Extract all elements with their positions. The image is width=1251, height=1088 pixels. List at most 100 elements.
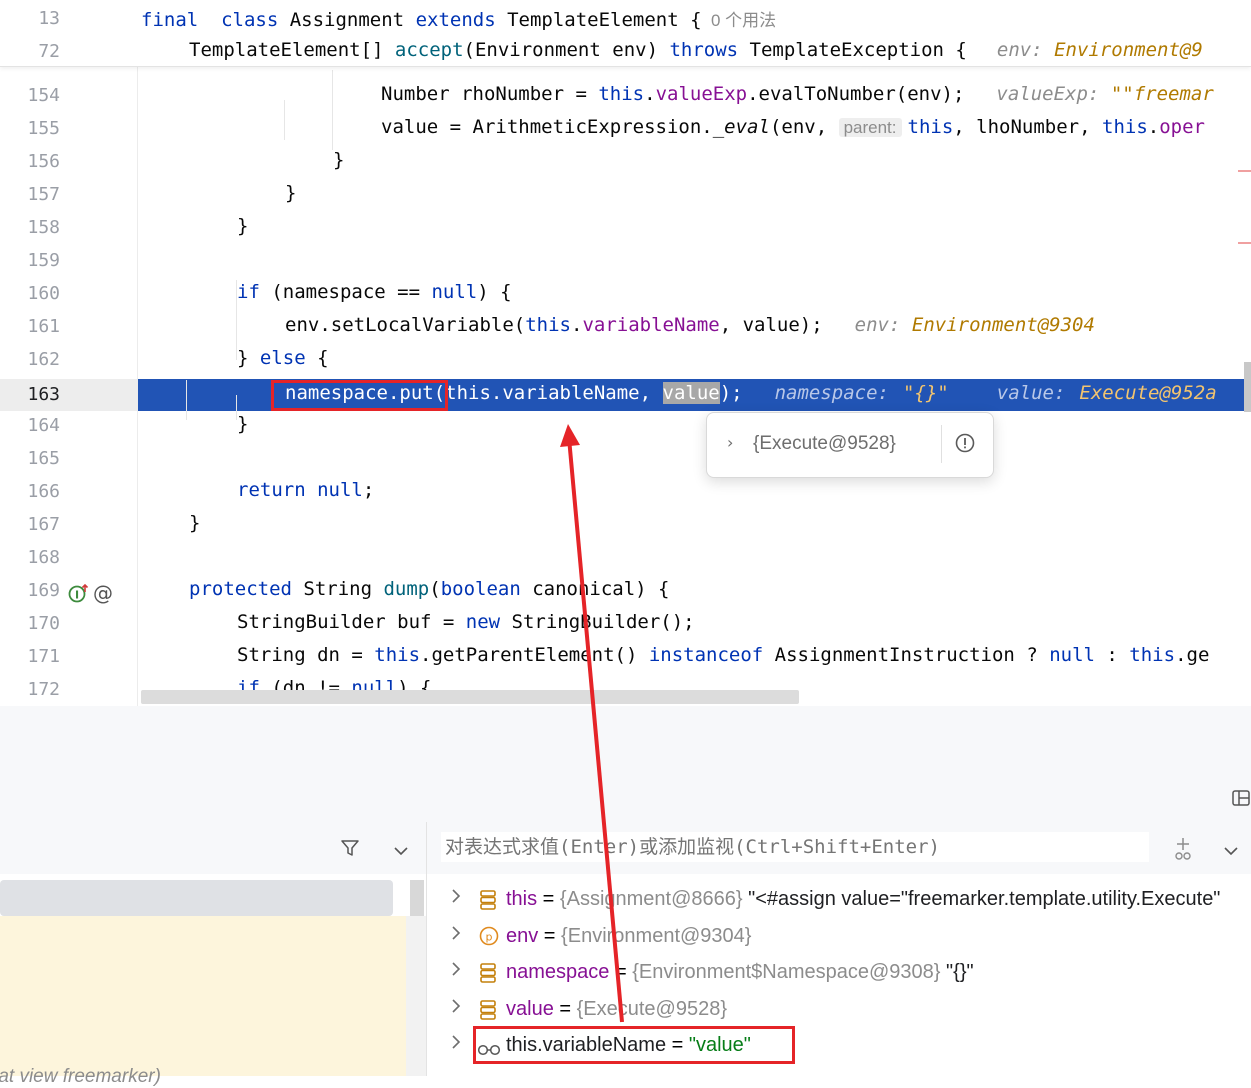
- code-token: }: [237, 347, 260, 369]
- vertical-scrollbar[interactable]: [1244, 362, 1251, 412]
- code-token: this: [1129, 644, 1176, 666]
- implements-override-icon[interactable]: I: [68, 583, 90, 605]
- code-token: , lhoNumber,: [953, 116, 1102, 138]
- variable-equals: =: [609, 961, 633, 983]
- code-token: }: [237, 413, 249, 435]
- code-line[interactable]: value = ArithmeticExpression._eval(env, …: [381, 116, 1205, 138]
- annotation-at-icon[interactable]: @: [93, 581, 113, 605]
- chevron-right-icon[interactable]: [451, 998, 461, 1019]
- variable-row[interactable]: p env = {Environment@9304}: [427, 921, 1251, 955]
- code-token: oper: [1159, 116, 1205, 138]
- frames-toolbar: [0, 822, 426, 874]
- filter-icon[interactable]: [340, 838, 360, 862]
- layout-icon[interactable]: [1231, 788, 1251, 808]
- code-token: StringBuilder buf =: [237, 611, 466, 633]
- variable-equals: =: [553, 997, 577, 1020]
- chevron-down-icon[interactable]: [393, 842, 409, 861]
- chevron-down-icon[interactable]: [1223, 842, 1239, 861]
- code-line[interactable]: StringBuilder buf = new StringBuilder();: [237, 611, 695, 633]
- frames-scrollbar[interactable]: [410, 880, 424, 918]
- value-popup[interactable]: › {Execute@9528}: [706, 412, 994, 478]
- inline-hint-value: Environment@9304: [911, 314, 1095, 336]
- chevron-right-icon[interactable]: ›: [727, 433, 733, 452]
- line-number: 167: [27, 514, 60, 535]
- variable-text: namespace = {Environment$Namespace@9308}…: [506, 961, 974, 984]
- code-token: throws: [669, 39, 739, 61]
- variable-equals: =: [538, 924, 562, 947]
- code-token: valueExp: [655, 83, 748, 105]
- sticky-line-number: 13: [38, 8, 60, 29]
- code-token: ;: [362, 479, 375, 501]
- exclamation-icon[interactable]: [955, 433, 975, 453]
- code-token: env.setLocalVariable(: [285, 314, 526, 336]
- variable-name: env: [506, 924, 539, 947]
- code-token: this: [1102, 116, 1148, 138]
- code-token: dump: [383, 578, 430, 600]
- code-token: AssignmentInstruction ?: [763, 644, 1050, 666]
- variable-row[interactable]: namespace = {Environment$Namespace@9308}…: [427, 957, 1251, 991]
- indent-guide: [236, 310, 237, 340]
- code-token: value = ArithmeticExpression._: [381, 116, 725, 138]
- code-token: }: [237, 215, 249, 237]
- indent-guide: [332, 70, 333, 150]
- line-number: 158: [27, 217, 60, 238]
- inline-hint-value: Environment@9: [1054, 39, 1203, 61]
- current-line-end: );: [719, 382, 743, 404]
- code-token: (env,: [769, 116, 839, 138]
- horizontal-scrollbar[interactable]: [141, 690, 799, 704]
- eval-expression-input[interactable]: [441, 832, 1149, 862]
- value-arg[interactable]: value: [662, 382, 720, 404]
- code-token: final: [141, 9, 199, 31]
- code-line[interactable]: }: [237, 215, 248, 237]
- sticky-scope-header: 13 final class Assignment extends Templa…: [0, 0, 1251, 67]
- code-line[interactable]: protected String dump(boolean canonical)…: [189, 578, 669, 600]
- variable-row[interactable]: value = {Execute@9528}: [427, 994, 1251, 1028]
- code-line[interactable]: }: [237, 413, 248, 435]
- code-token: .: [1147, 116, 1160, 138]
- code-line[interactable]: }: [333, 149, 344, 171]
- code-token: this: [525, 314, 571, 336]
- chevron-right-icon[interactable]: [451, 1034, 461, 1055]
- code-line[interactable]: if (namespace == null) {: [237, 281, 512, 303]
- line-number: 154: [27, 85, 60, 106]
- line-number: 165: [27, 448, 60, 469]
- code-token: (: [429, 578, 441, 600]
- code-line[interactable]: } else {: [237, 347, 329, 369]
- code-token: null: [1049, 644, 1095, 666]
- code-line[interactable]: }: [189, 512, 200, 534]
- line-number: 159: [27, 250, 60, 271]
- code-line[interactable]: Number rhoNumber = this.valueExp.evalToN…: [381, 83, 1214, 105]
- code-token: if: [237, 281, 260, 303]
- variables-panel: this = {Assignment@8666} "<#assign value…: [427, 822, 1251, 1076]
- variable-text: env = {Environment@9304}: [506, 925, 751, 948]
- sticky-line-method[interactable]: TemplateElement[] accept(Environment env…: [189, 39, 1203, 61]
- inline-hint-value-value: Execute@952a: [1079, 382, 1217, 404]
- code-token: String: [291, 578, 384, 600]
- code-token: variableName: [582, 314, 720, 336]
- code-line[interactable]: String dn = this.getParentElement() inst…: [237, 644, 1209, 666]
- param-icon: p: [479, 926, 499, 952]
- sticky-line-class[interactable]: final class Assignment extends TemplateE…: [141, 6, 776, 31]
- code-editor[interactable]: 154 Number rhoNumber = this.valueExp.eval…: [0, 0, 1251, 706]
- variable-equals: =: [537, 888, 560, 910]
- code-token: extends: [415, 9, 496, 31]
- field-icon: [479, 962, 497, 990]
- chevron-right-icon[interactable]: [451, 888, 461, 909]
- code-token: .getParentElement(): [420, 644, 649, 666]
- code-line[interactable]: env.setLocalVariable(this.variableName, …: [285, 314, 1095, 336]
- selected-frame-row[interactable]: [0, 880, 393, 916]
- code-line[interactable]: return null;: [237, 479, 374, 501]
- add-watch-icon[interactable]: [1171, 836, 1195, 866]
- debugger-panel: (at view freemarker) this = {Assignment@…: [0, 706, 1251, 1087]
- code-line[interactable]: }: [285, 182, 296, 204]
- code-token: (namespace ==: [259, 281, 432, 303]
- chevron-right-icon[interactable]: [451, 961, 461, 982]
- chevron-right-icon[interactable]: [451, 925, 461, 946]
- variable-row[interactable]: this = {Assignment@8666} "<#assign value…: [427, 884, 1251, 918]
- line-number: 164: [27, 415, 60, 436]
- indent-guide: [284, 100, 285, 140]
- line-number: 168: [27, 547, 60, 568]
- code-token: .: [570, 314, 583, 336]
